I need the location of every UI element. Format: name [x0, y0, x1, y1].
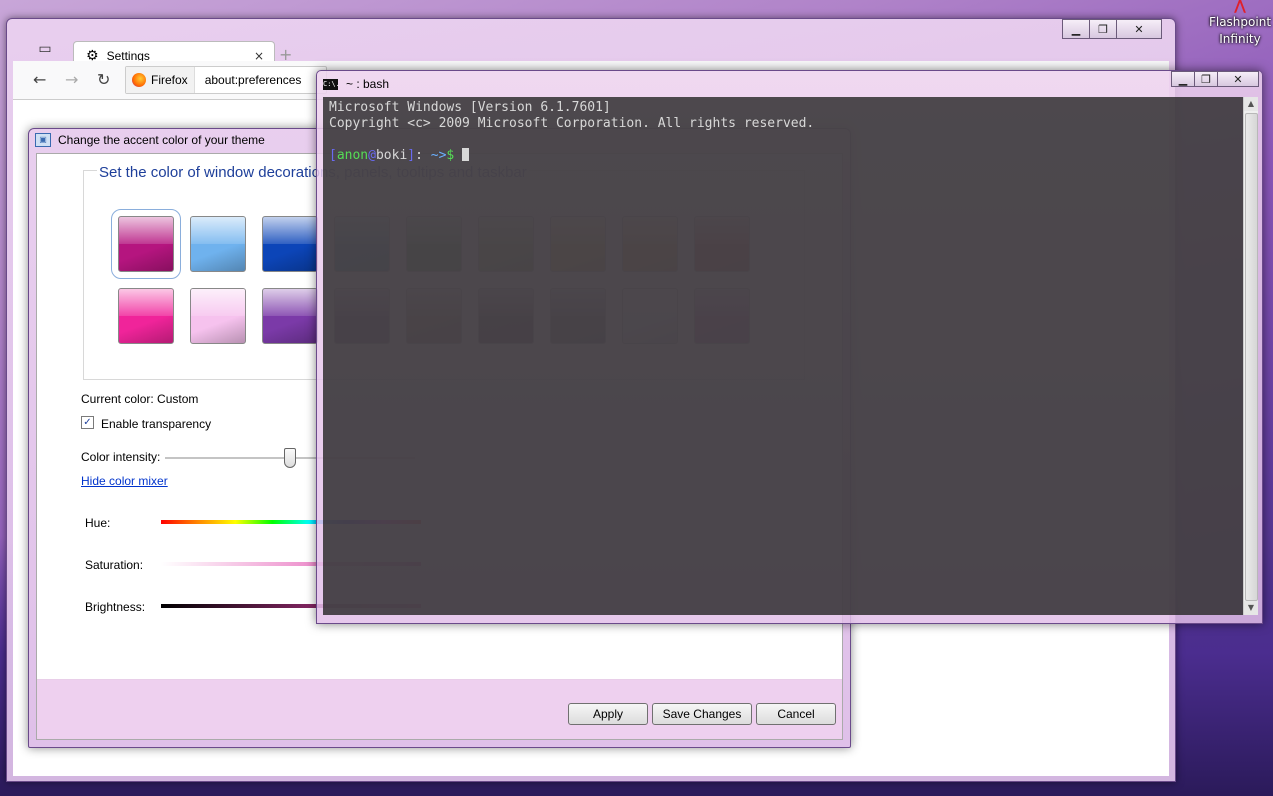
color-swatch[interactable]	[111, 209, 181, 279]
enable-transparency-label[interactable]: Enable transparency	[101, 417, 211, 431]
terminal-titlebar: C:\. ~ : bash	[323, 77, 389, 91]
scrollbar-thumb[interactable]	[1245, 113, 1258, 601]
hue-label: Hue:	[85, 516, 111, 530]
color-swatch[interactable]	[190, 288, 246, 344]
identity-label: Firefox	[151, 73, 188, 87]
terminal-minimize-button[interactable]: ▁	[1171, 71, 1195, 87]
prompt-user: anon	[336, 148, 369, 163]
desktop-shortcut-flashpoint[interactable]: ⋀ Flashpoint Infinity	[1206, 0, 1273, 48]
text-cursor	[462, 148, 470, 161]
prompt-dollar: $	[446, 148, 463, 163]
enable-transparency-checkbox[interactable]: ✓	[81, 416, 94, 429]
tab-bar: ▭ ⚙ Settings × +	[7, 29, 1175, 70]
personalization-icon: ▣	[35, 133, 51, 147]
prompt-separator: :	[415, 148, 431, 163]
prompt-bracket-close: ]	[407, 148, 416, 163]
color-swatch[interactable]	[190, 216, 246, 272]
terminal-scrollbar[interactable]: ▲ ▼	[1243, 97, 1258, 615]
save-changes-button[interactable]: Save Changes	[652, 703, 752, 725]
tab-overview-icon[interactable]: ▭	[33, 41, 57, 61]
dialog-title: Change the accent color of your theme	[58, 133, 265, 147]
desktop-shortcut-label-line1: Flashpoint	[1208, 15, 1272, 29]
dialog-footer: Apply Save Changes Cancel	[36, 679, 843, 740]
firefox-logo-icon	[132, 73, 146, 87]
cancel-button[interactable]: Cancel	[756, 703, 836, 725]
color-intensity-label: Color intensity:	[81, 450, 161, 464]
terminal-line-1: Microsoft Windows [Version 6.1.7601]	[329, 100, 611, 115]
back-button[interactable]: ←	[33, 70, 46, 89]
prompt-bracket-open: [	[329, 148, 337, 163]
flashpoint-icon: ⋀	[1234, 0, 1246, 14]
scroll-down-arrow-icon[interactable]: ▼	[1244, 601, 1258, 615]
terminal-title: ~ : bash	[346, 77, 390, 91]
prompt-at: @	[368, 148, 376, 163]
color-swatch[interactable]	[118, 288, 174, 344]
reload-button[interactable]: ↻	[97, 70, 110, 89]
terminal-close-button[interactable]: ✕	[1217, 71, 1259, 87]
terminal-maximize-button[interactable]: ❐	[1194, 71, 1218, 87]
current-color-label: Current color: Custom	[81, 392, 199, 406]
url-text[interactable]: about:preferences	[195, 73, 302, 87]
bash-terminal-window: C:\. ~ : bash ▁ ❐ ✕ Microsoft Windows [V…	[316, 70, 1263, 624]
scroll-up-arrow-icon[interactable]: ▲	[1244, 97, 1258, 111]
forward-button[interactable]: →	[65, 70, 78, 89]
terminal-caption-buttons: ▁ ❐ ✕	[1171, 71, 1259, 87]
prompt-path: ~	[430, 148, 439, 163]
console-icon: C:\.	[323, 78, 340, 90]
terminal-line-2: Copyright <c> 2009 Microsoft Corporation…	[329, 116, 815, 131]
terminal-prompt: [anon@boki]: ~>$	[329, 148, 470, 164]
terminal-screen[interactable]: Microsoft Windows [Version 6.1.7601] Cop…	[323, 97, 1243, 615]
color-swatch[interactable]	[262, 288, 318, 344]
saturation-label: Saturation:	[85, 558, 144, 572]
color-intensity-slider-thumb[interactable]	[284, 448, 296, 468]
prompt-host: boki	[375, 148, 408, 163]
apply-button[interactable]: Apply	[568, 703, 648, 725]
dialog-titlebar: ▣ Change the accent color of your theme	[35, 133, 265, 147]
color-swatch[interactable]	[262, 216, 318, 272]
desktop-shortcut-label-line2: Infinity	[1219, 32, 1261, 46]
hide-color-mixer-link[interactable]: Hide color mixer	[81, 474, 168, 488]
identity-box[interactable]: Firefox	[126, 67, 195, 93]
url-bar[interactable]: Firefox about:preferences	[125, 66, 327, 94]
brightness-label: Brightness:	[85, 600, 146, 614]
